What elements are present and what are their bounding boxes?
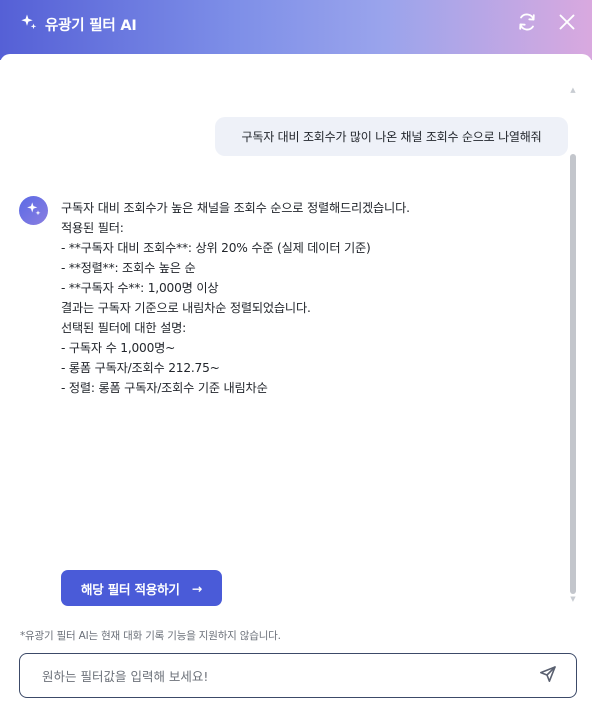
bot-line: - **정렬**: 조회수 높은 순 [61,261,196,275]
scroll-down-arrow[interactable]: ▼ [569,595,577,603]
bot-line: 선택된 필터에 대한 설명: [61,321,187,335]
message-input-box [19,653,577,699]
bot-avatar [19,196,48,225]
disclaimer-text: *유광기 필터 AI는 현재 대화 기록 기능을 지원하지 않습니다. [20,630,281,642]
sparkle-icon [20,13,38,35]
send-icon [539,665,557,687]
apply-filter-label: 해당 필터 적용하기 [81,581,180,597]
scrollbar-thumb[interactable] [570,154,576,594]
refresh-button[interactable] [513,10,541,38]
bot-line: - 구독자 수 1,000명~ [61,341,176,355]
bot-line: - **구독자 수**: 1,000명 이상 [61,281,219,295]
user-message-text: 구독자 대비 조회수가 많이 나온 채널 조회수 순으로 나열해줘 [241,130,542,144]
bot-line: 적용된 필터: [61,221,124,235]
chat-area[interactable]: 구독자 대비 조회수가 많이 나온 채널 조회수 순으로 나열해줘 구독자 대비… [0,54,570,614]
header-bar: 유광기 필터 AI [0,0,592,60]
apply-filter-button[interactable]: 해당 필터 적용하기 → [61,570,222,606]
send-button[interactable] [538,666,558,686]
bot-line: 결과는 구독자 기준으로 내림차순 정렬되었습니다. [61,301,311,315]
close-button[interactable] [553,10,581,38]
chat-panel: 구독자 대비 조회수가 많이 나온 채널 조회수 순으로 나열해줘 구독자 대비… [0,54,592,712]
refresh-icon [516,11,538,37]
bot-line: - **구독자 대비 조회수**: 상위 20% 수준 (실제 데이터 기준) [61,241,371,255]
bot-line: 구독자 대비 조회수가 높은 채널을 조회수 순으로 정렬해드리겠습니다. [61,201,410,215]
message-input[interactable] [40,654,524,699]
sparkle-icon [26,201,42,221]
scroll-up-arrow[interactable]: ▲ [569,86,577,94]
bot-line: - 롱폼 구독자/조회수 212.75~ [61,361,220,375]
app-title: 유광기 필터 AI [45,17,137,34]
header-title-group: 유광기 필터 AI [20,13,137,35]
bot-message: 구독자 대비 조회수가 높은 채널을 조회수 순으로 정렬해드리겠습니다. 적용… [61,198,551,398]
arrow-right-icon: → [191,580,202,596]
close-icon [558,13,576,35]
bot-line: - 정렬: 롱폼 구독자/조회수 기준 내림차순 [61,381,268,395]
user-message-bubble: 구독자 대비 조회수가 많이 나온 채널 조회수 순으로 나열해줘 [215,117,568,156]
